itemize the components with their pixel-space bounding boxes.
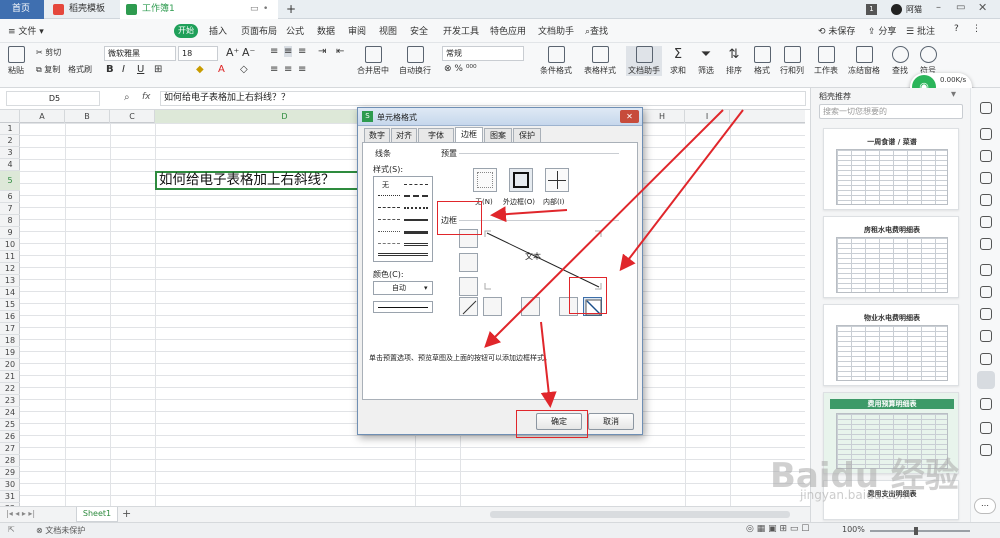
arrow-to-border-label: [484, 109, 724, 348]
arrow-border-label: [490, 206, 568, 223]
baidu-watermark-url: jingyan.baidu.com: [800, 488, 911, 502]
arrow-to-ok: [540, 321, 557, 408]
arrow-to-diag-button: [619, 109, 744, 272]
